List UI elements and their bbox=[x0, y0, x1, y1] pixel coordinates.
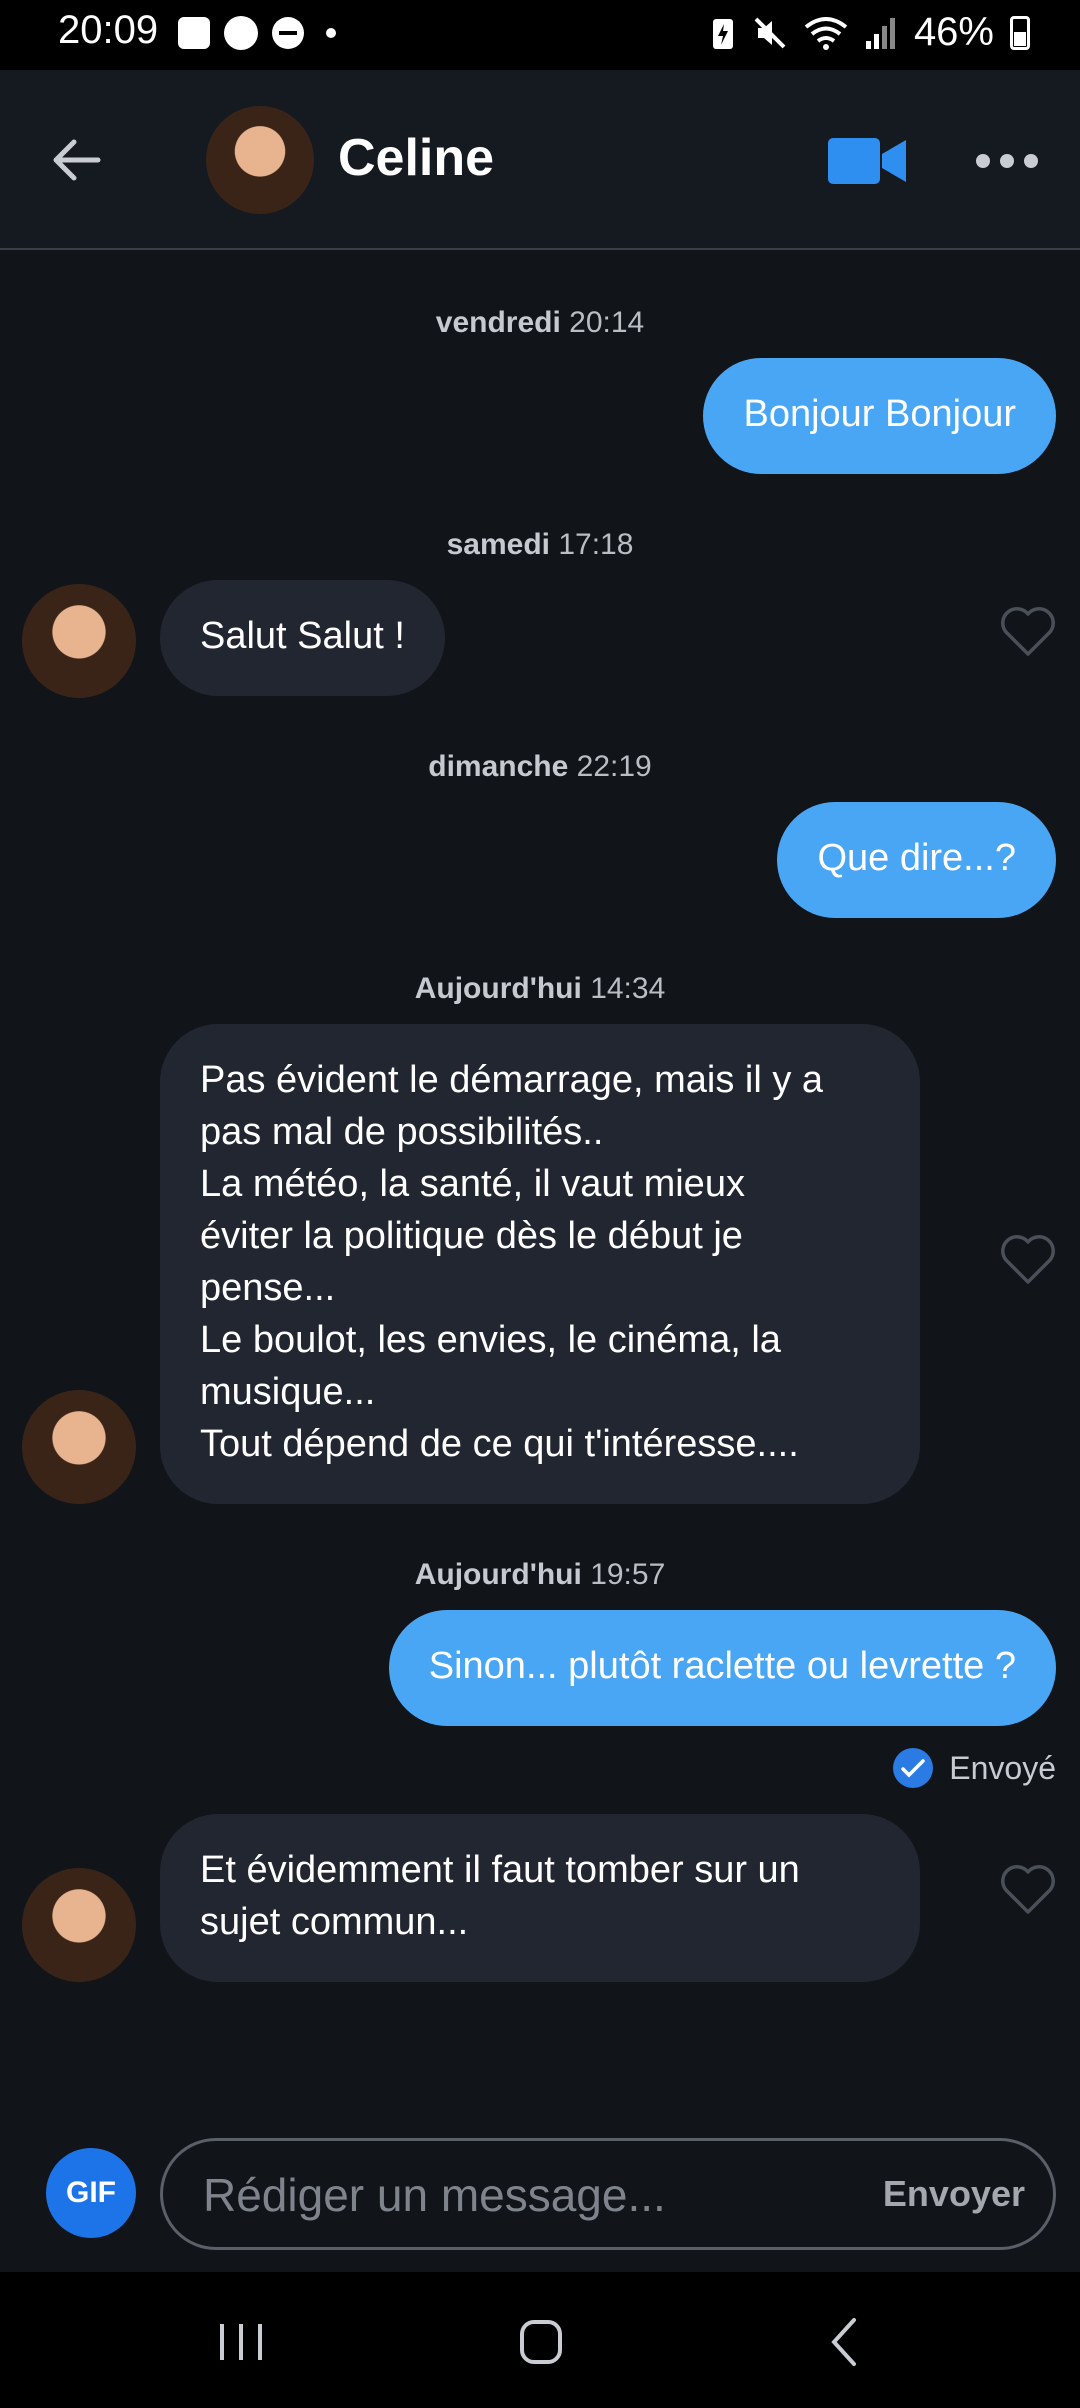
message-outgoing[interactable]: Sinon... plutôt raclette ou levrette ? bbox=[388, 1610, 1056, 1726]
message-incoming[interactable]: Et évidemment il faut tomber sur un suje… bbox=[160, 1814, 920, 1982]
timestamp: Aujourd'hui 14:34 bbox=[414, 972, 666, 1005]
home-icon[interactable] bbox=[506, 2312, 576, 2372]
message-input[interactable] bbox=[203, 2163, 823, 2227]
message-outgoing[interactable]: Bonjour Bonjour bbox=[703, 358, 1056, 474]
message-composer: Envoyer bbox=[160, 2138, 1056, 2250]
contact-avatar[interactable] bbox=[22, 1390, 136, 1504]
system-nav-bar bbox=[0, 2272, 1080, 2408]
signal-icon bbox=[865, 17, 895, 49]
heart-icon[interactable] bbox=[1000, 1234, 1056, 1286]
timestamp: Aujourd'hui 19:57 bbox=[414, 1558, 666, 1591]
back-icon[interactable] bbox=[810, 2312, 880, 2372]
game-icon bbox=[224, 16, 258, 50]
contact-avatar[interactable] bbox=[22, 584, 136, 698]
arrow-left-icon[interactable] bbox=[46, 130, 106, 190]
timestamp: samedi 17:18 bbox=[446, 528, 634, 561]
timestamp: dimanche 22:19 bbox=[428, 750, 652, 783]
status-bar: 20:09 46% bbox=[0, 0, 1080, 70]
message-outgoing[interactable]: Que dire...? bbox=[777, 802, 1056, 918]
message-incoming[interactable]: Pas évident le démarrage, mais il y a pa… bbox=[160, 1024, 920, 1504]
delivery-status: Envoyé bbox=[893, 1748, 1056, 1788]
recents-icon[interactable] bbox=[206, 2312, 276, 2372]
chat-header: Celine bbox=[0, 70, 1080, 250]
video-camera-icon[interactable] bbox=[828, 134, 908, 188]
more-dots-icon[interactable] bbox=[976, 146, 1040, 176]
message-incoming[interactable]: Salut Salut ! bbox=[160, 580, 445, 696]
contact-avatar[interactable] bbox=[206, 106, 314, 214]
mute-icon bbox=[754, 17, 786, 48]
timestamp: vendredi 20:14 bbox=[435, 306, 645, 339]
wifi-icon bbox=[804, 16, 848, 50]
gif-button[interactable]: GIF bbox=[46, 2148, 136, 2238]
dnd-icon bbox=[272, 17, 304, 49]
send-button[interactable]: Envoyer bbox=[883, 2173, 1025, 2215]
contact-name[interactable]: Celine bbox=[338, 128, 494, 188]
heart-icon[interactable] bbox=[1000, 606, 1056, 658]
notification-dot bbox=[326, 28, 336, 38]
battery-saver-icon bbox=[712, 18, 733, 49]
heart-icon[interactable] bbox=[1000, 1864, 1056, 1916]
battery-icon bbox=[1010, 15, 1030, 50]
gallery-icon bbox=[178, 17, 210, 49]
contact-avatar[interactable] bbox=[22, 1868, 136, 1982]
status-time: 20:09 bbox=[58, 8, 159, 52]
battery-percent: 46% bbox=[913, 10, 994, 54]
check-icon bbox=[893, 1748, 934, 1788]
